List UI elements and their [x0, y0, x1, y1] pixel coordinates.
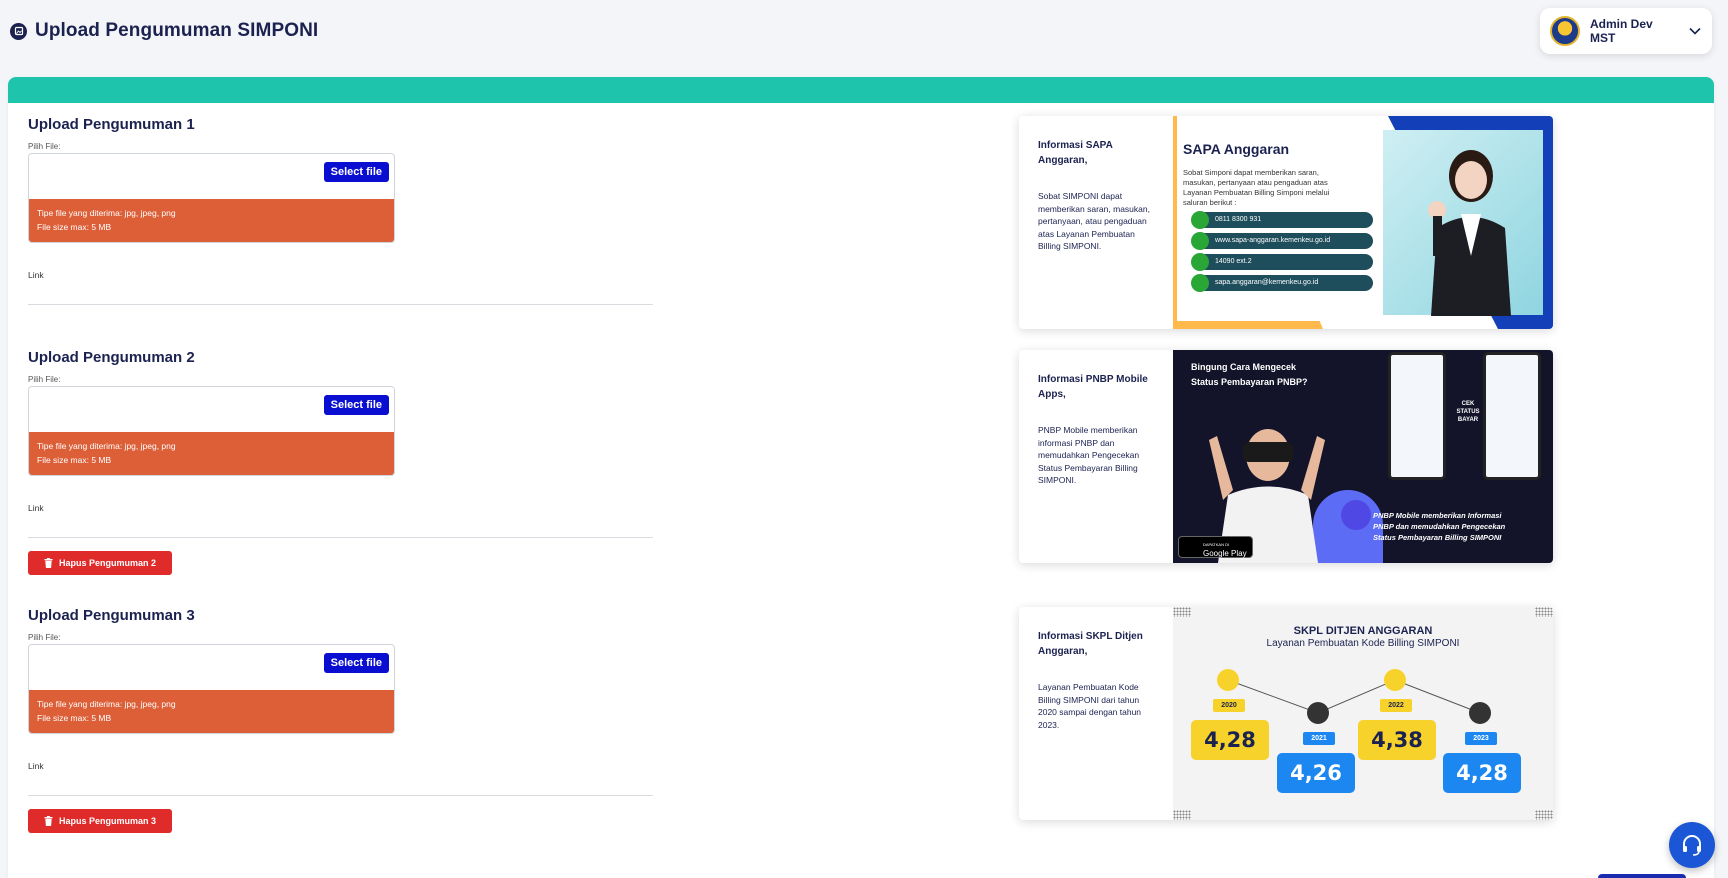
user-name: Admin Dev MST — [1590, 17, 1653, 45]
monitor-icon — [1384, 669, 1406, 691]
select-file-button[interactable]: Select file — [323, 653, 389, 673]
google-play-badge: DAPATKAN DI Google Play — [1178, 536, 1253, 558]
section-title: Upload Pengumuman 2 — [28, 349, 195, 366]
preview-text: Informasi SKPL Ditjen Anggaran, Layanan … — [1019, 607, 1173, 820]
section-title: Upload Pengumuman 1 — [28, 116, 195, 133]
preview-title: Informasi PNBP Mobile Apps, — [1038, 374, 1148, 400]
banner-quote: PNBP Mobile memberikan Informasi PNBP da… — [1373, 511, 1506, 542]
contact-phone: 0811 8300 931 — [1191, 211, 1373, 229]
delete-label: Hapus Pengumuman 2 — [59, 558, 157, 568]
preview-text: Informasi SAPA Anggaran, Sobat SIMPONI d… — [1019, 116, 1173, 329]
file-requirements: Tipe file yang diterima: jpg, jpeg, png … — [29, 432, 394, 475]
location-icon — [1191, 253, 1209, 271]
phone-icon — [1191, 211, 1209, 229]
contact-website: www.sapa-anggaran.kemenkeu.go.id — [1191, 232, 1373, 250]
select-file-button[interactable]: Select file — [323, 162, 389, 182]
file-size-text: File size max: 5 MB — [37, 713, 112, 723]
preview-description: Layanan Pembuatan Kode Billing SIMPONI d… — [1038, 682, 1142, 730]
card-accent-bar — [8, 77, 1714, 103]
title-wrap: Upload Pengumuman SIMPONI — [10, 20, 318, 42]
year-label: 2021 — [1303, 732, 1335, 745]
page-header: Upload Pengumuman SIMPONI Admin Dev MST — [0, 0, 1728, 68]
document-icon — [1469, 702, 1491, 724]
file-dropzone[interactable]: Select file Tipe file yang diterima: jpg… — [28, 644, 395, 734]
score-value: 4,28 — [1443, 753, 1521, 793]
link-label: Link — [28, 270, 44, 280]
tag-icon — [1307, 702, 1329, 724]
year-label: 2022 — [1380, 699, 1412, 712]
preview-description: PNBP Mobile memberikan informasi PNBP da… — [1038, 425, 1140, 485]
banner-subtext: Sobat Simponi dapat memberikan saran, ma… — [1183, 168, 1330, 207]
trash-icon — [44, 558, 53, 568]
link-input-underline[interactable] — [28, 537, 653, 538]
preview-title: Informasi SAPA Anggaran, — [1038, 140, 1113, 166]
customer-service-person-image — [1428, 150, 1511, 316]
file-types-text: Tipe file yang diterima: jpg, jpeg, png — [37, 208, 176, 218]
upload-section-1: Upload Pengumuman 1 Pilih File: Select f… — [28, 116, 663, 305]
preview-card-pnbp: Informasi PNBP Mobile Apps, PNBP Mobile … — [1019, 350, 1553, 563]
contact-email: sapa.anggaran@kemenkeu.go.id — [1191, 274, 1373, 292]
score-value: 4,38 — [1358, 720, 1436, 760]
year-label: 2020 — [1213, 699, 1245, 712]
link-label: Link — [28, 503, 44, 513]
preview-card-sapa: Informasi SAPA Anggaran, Sobat SIMPONI d… — [1019, 116, 1553, 329]
preview-title: Informasi SKPL Ditjen Anggaran, — [1038, 631, 1143, 657]
preview-text: Informasi PNBP Mobile Apps, PNBP Mobile … — [1019, 350, 1173, 563]
user-menu[interactable]: Admin Dev MST — [1540, 8, 1712, 54]
globe-icon — [1191, 232, 1209, 250]
preview-banner-image: SKPL DITJEN ANGGARAN Layanan Pembuatan K… — [1173, 607, 1553, 820]
delete-label: Hapus Pengumuman 3 — [59, 816, 157, 826]
file-label: Pilih File: — [28, 375, 61, 384]
file-types-text: Tipe file yang diterima: jpg, jpeg, png — [37, 441, 176, 451]
banner-heading: SAPA Anggaran — [1183, 141, 1290, 157]
file-size-text: File size max: 5 MB — [37, 455, 112, 465]
help-support-button[interactable] — [1669, 822, 1715, 868]
upload-section-2: Upload Pengumuman 2 Pilih File: Select f… — [28, 349, 663, 575]
select-file-button[interactable]: Select file — [323, 395, 389, 415]
file-dropzone[interactable]: Select file Tipe file yang diterima: jpg… — [28, 386, 395, 476]
link-input-underline[interactable] — [28, 304, 653, 305]
file-input-area[interactable]: Select file — [29, 387, 394, 432]
delete-announcement-3-button[interactable]: Hapus Pengumuman 3 — [28, 809, 173, 833]
phone-mockup-right — [1483, 352, 1541, 480]
file-input-area[interactable]: Select file — [29, 154, 394, 199]
file-input-area[interactable]: Select file — [29, 645, 394, 690]
year-label: 2023 — [1465, 732, 1497, 745]
chevron-down-icon — [1689, 27, 1701, 35]
mail-icon — [1191, 274, 1209, 292]
contact-callcenter: 14090 ext.2 — [1191, 253, 1373, 271]
file-size-text: File size max: 5 MB — [37, 222, 112, 232]
main-card: Upload Pengumuman 1 Pilih File: Select f… — [8, 77, 1714, 878]
file-label: Pilih File: — [28, 142, 61, 151]
building-icon — [1217, 669, 1239, 691]
trash-icon — [44, 816, 53, 826]
page-title: Upload Pengumuman SIMPONI — [35, 20, 319, 41]
save-button-partial[interactable] — [1598, 874, 1686, 878]
file-requirements: Tipe file yang diterima: jpg, jpeg, png … — [29, 199, 394, 242]
kemenkeu-logo-icon — [1550, 16, 1580, 46]
score-value: 4,26 — [1277, 753, 1355, 793]
preview-banner-image: Bingung Cara Mengecek Status Pembayaran … — [1173, 350, 1553, 563]
preview-banner-image: SAPA Anggaran Sobat Simponi dapat member… — [1173, 116, 1553, 329]
section-title: Upload Pengumuman 3 — [28, 607, 195, 624]
file-dropzone[interactable]: Select file Tipe file yang diterima: jpg… — [28, 153, 395, 243]
link-label: Link — [28, 761, 44, 771]
headset-icon — [1683, 835, 1701, 856]
banner-heading: Bingung Cara Mengecek Status Pembayaran … — [1191, 362, 1308, 387]
phone-mockup-left — [1388, 352, 1446, 480]
file-types-text: Tipe file yang diterima: jpg, jpeg, png — [37, 699, 176, 709]
file-label: Pilih File: — [28, 633, 61, 642]
score-value: 4,28 — [1191, 720, 1269, 760]
check-status-arrow: CEK STATUS BAYAR — [1456, 401, 1480, 423]
file-requirements: Tipe file yang diterima: jpg, jpeg, png … — [29, 690, 394, 733]
preview-description: Sobat SIMPONI dapat memberikan saran, ma… — [1038, 191, 1150, 251]
delete-announcement-2-button[interactable]: Hapus Pengumuman 2 — [28, 551, 173, 575]
image-icon — [10, 22, 27, 40]
upload-section-3: Upload Pengumuman 3 Pilih File: Select f… — [28, 607, 663, 833]
preview-card-skpl: Informasi SKPL Ditjen Anggaran, Layanan … — [1019, 607, 1553, 820]
link-input-underline[interactable] — [28, 795, 653, 796]
